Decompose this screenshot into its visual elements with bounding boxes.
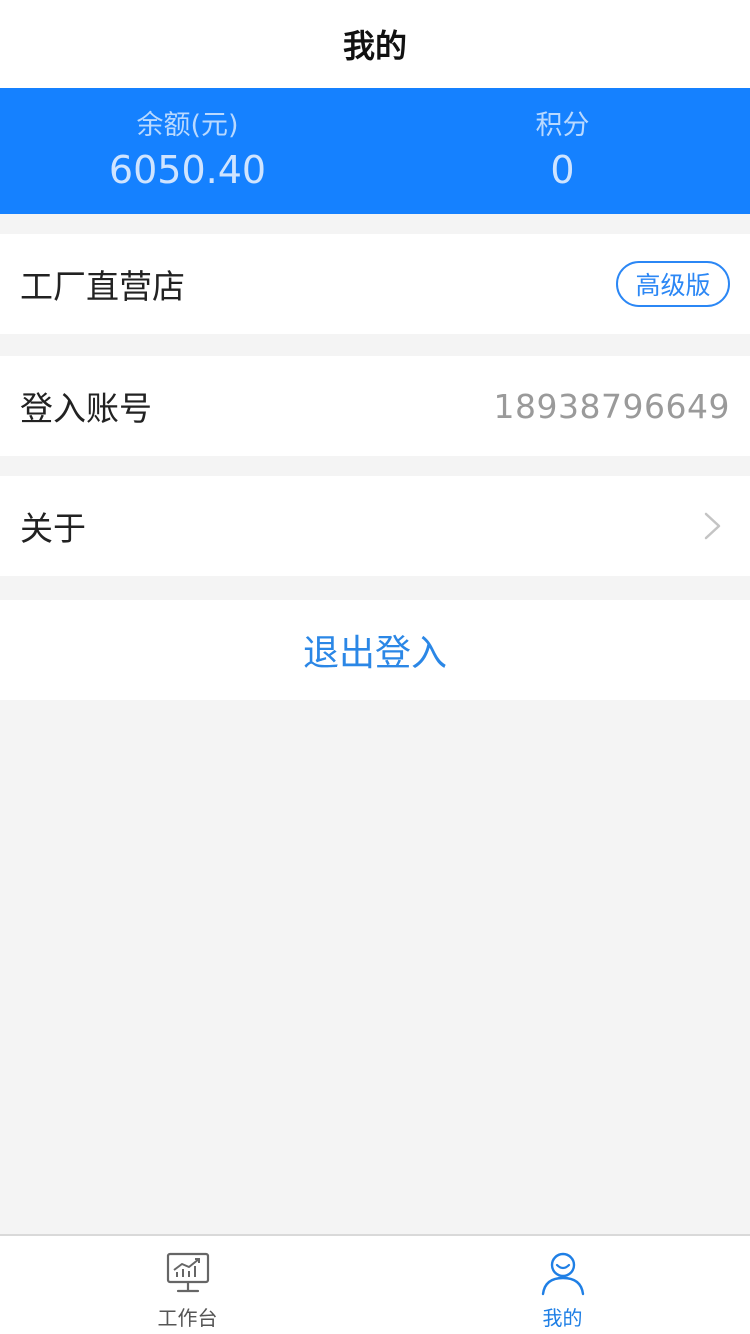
plan-badge: 高级版	[616, 261, 730, 307]
account-value: 18938796649	[493, 386, 730, 426]
account-row: 登入账号 18938796649	[0, 356, 750, 456]
store-name: 工厂直营店	[20, 267, 185, 306]
about-label: 关于	[20, 509, 86, 548]
points-stat[interactable]: 积分 0	[375, 88, 750, 214]
balance-value: 6050.40	[108, 148, 267, 192]
about-row[interactable]: 关于	[0, 476, 750, 576]
tab-mine[interactable]: 我的	[375, 1236, 750, 1334]
logout-button[interactable]: 退出登入	[0, 600, 750, 700]
balance-stat[interactable]: 余额(元) 6050.40	[0, 88, 375, 214]
dashboard-chart-icon	[166, 1252, 209, 1293]
logout-label: 退出登入	[302, 633, 447, 674]
points-label: 积分	[535, 110, 590, 141]
tab-workbench[interactable]: 工作台	[0, 1236, 375, 1334]
page-title: 我的	[342, 27, 407, 65]
nav-bar: 我的	[0, 0, 750, 88]
store-row: 工厂直营店 高级版	[0, 234, 750, 334]
chevron-right-icon	[704, 512, 721, 540]
tab-mine-label: 我的	[542, 1306, 583, 1330]
account-label: 登入账号	[20, 389, 152, 428]
points-value: 0	[550, 148, 575, 192]
balance-label: 余额(元)	[136, 110, 239, 141]
tab-workbench-label: 工作台	[157, 1306, 218, 1330]
tab-bar: 工作台 我的	[0, 1234, 750, 1334]
stats-banner: 余额(元) 6050.40 积分 0	[0, 88, 750, 214]
user-profile-icon	[541, 1252, 584, 1296]
